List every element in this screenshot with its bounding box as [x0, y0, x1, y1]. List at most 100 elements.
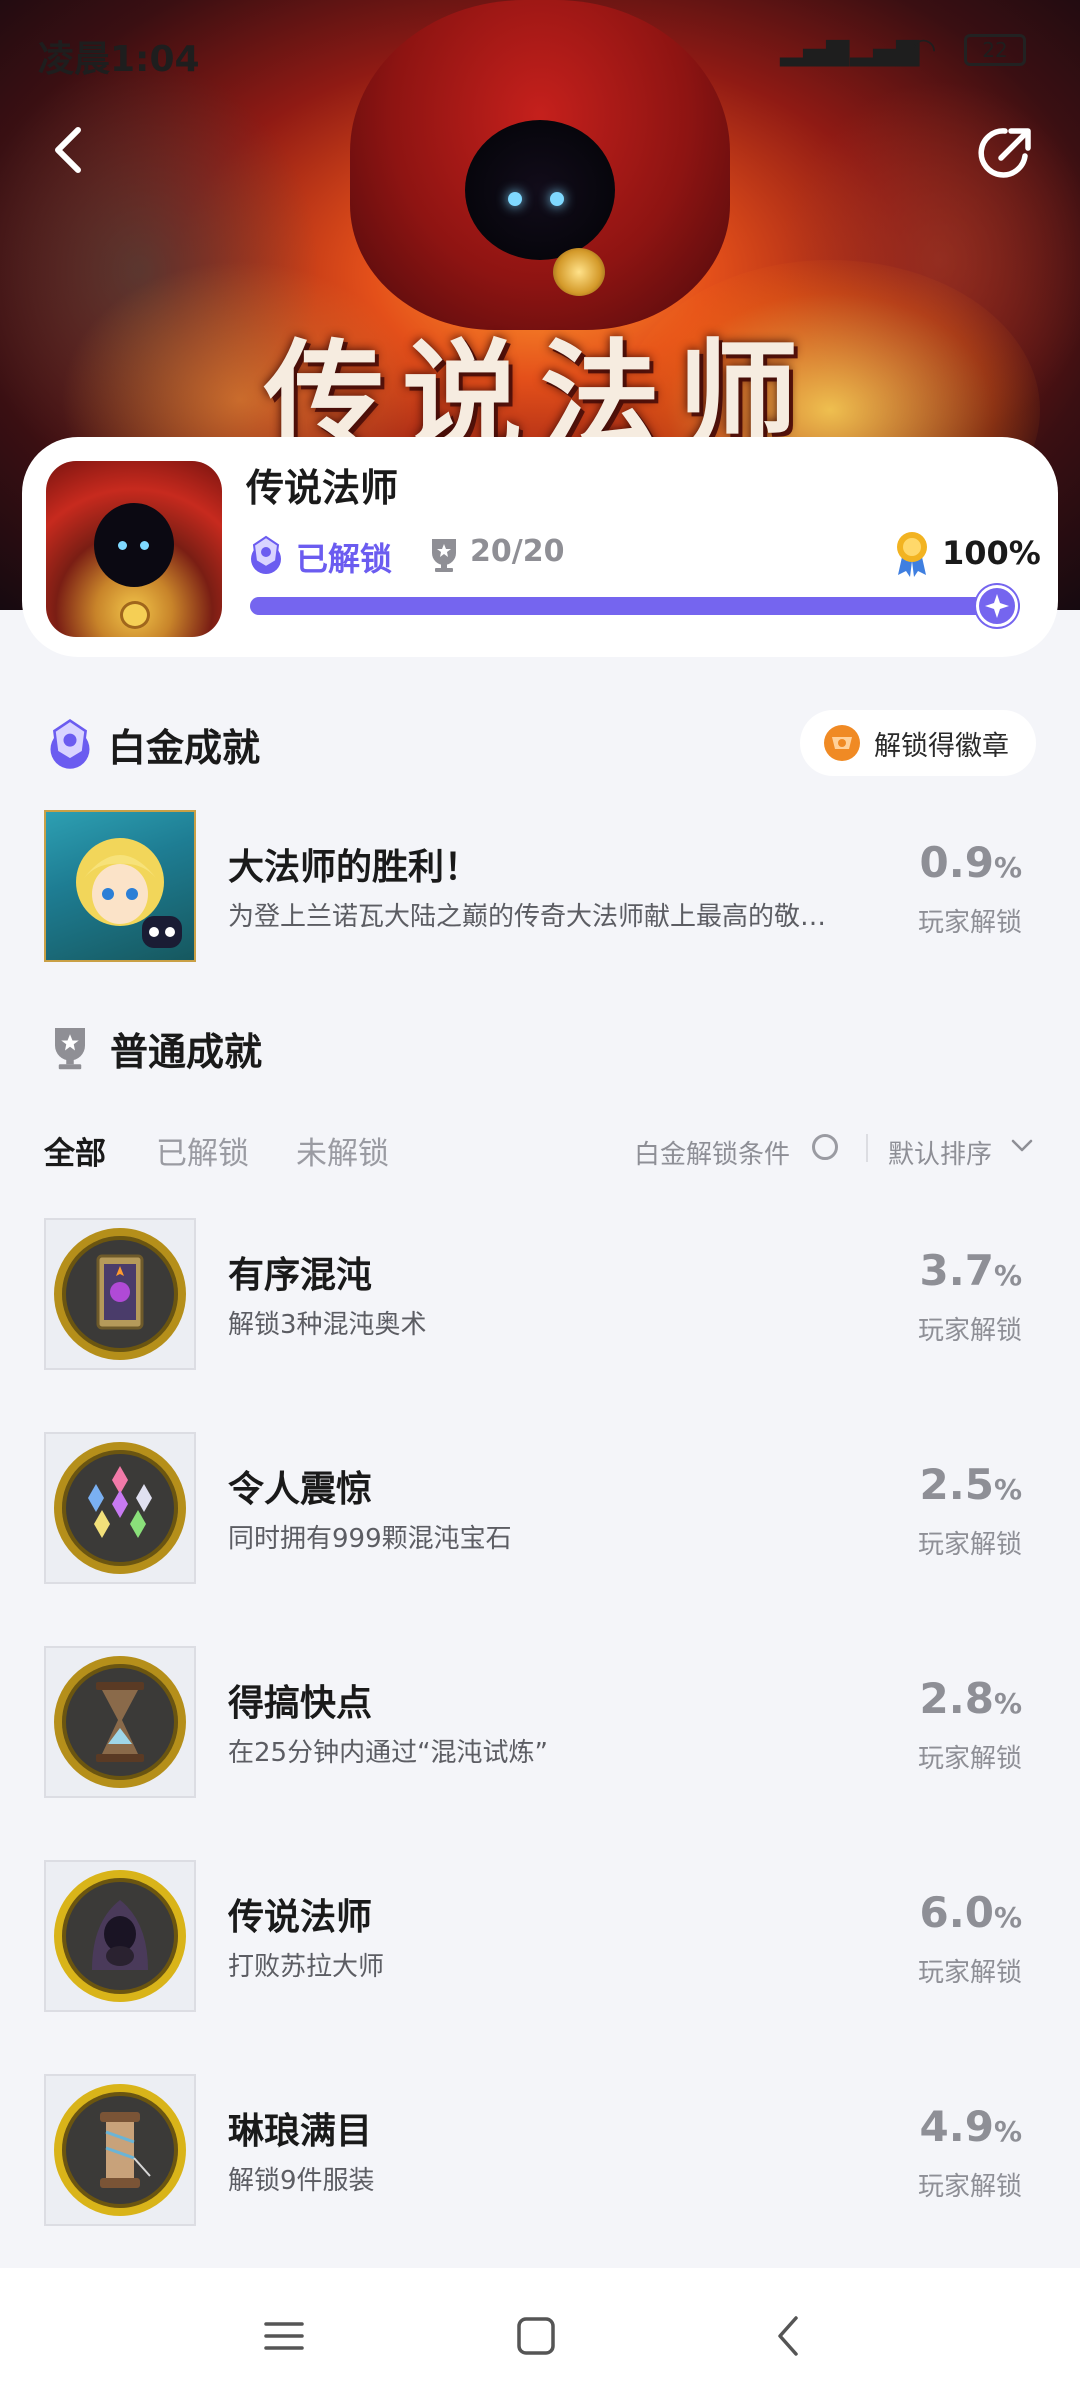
share-icon[interactable] [975, 122, 1037, 184]
platinum-achievement-row[interactable]: 大法师的胜利！ 为登上兰诺瓦大陆之巅的传奇大法师献上最高的敬… 0.9% 玩家解… [0, 810, 1080, 966]
achievement-row[interactable]: 琳琅满目 解锁9件服装 4.9% 玩家解锁 [0, 2074, 1080, 2230]
chevron-down-icon[interactable] [1010, 1136, 1034, 1156]
trophy-count: 20/20 [470, 534, 565, 569]
game-title: 传说法师 [246, 466, 399, 510]
achievement-desc: 解锁9件服装 [228, 2166, 375, 2196]
chaos-card-icon [96, 1254, 144, 1330]
achievement-rate: 2.5% [920, 1460, 1022, 1509]
achievement-rate: 2.8% [920, 1674, 1022, 1723]
home-icon[interactable] [508, 2308, 564, 2364]
achievement-row[interactable]: 传说法师 打败苏拉大师 6.0% 玩家解锁 [0, 1860, 1080, 2016]
divider [866, 1134, 868, 1162]
completion-percent: 100% [942, 534, 1041, 572]
cover-eye [118, 541, 127, 550]
rate-value: 4.9 [919, 2102, 994, 2151]
game-summary-card: 传说法师 已解锁 20/20 100% [22, 437, 1058, 657]
achievement-badge-ring [54, 1228, 186, 1360]
progress-bar-fill [250, 597, 1020, 615]
rate-unit: % [993, 1259, 1022, 1292]
achievement-image [44, 1218, 196, 1370]
achievement-desc: 打败苏拉大师 [228, 1952, 385, 1982]
progress-star-icon [976, 585, 1018, 627]
platinum-trophy-icon [50, 719, 90, 769]
rate-label: 玩家解锁 [917, 1530, 1022, 1560]
hourglass-icon [96, 1682, 144, 1762]
achievement-desc: 同时拥有999颗混沌宝石 [228, 1524, 512, 1554]
achievement-badge-ring [54, 2084, 186, 2216]
achievement-name: 大法师的胜利！ [228, 847, 481, 888]
rate-unit: % [993, 851, 1022, 884]
status-bar: 凌晨1:04 ▂▄▆ ▂▄▆ ◠ 22 [0, 0, 1080, 100]
badge-icon [824, 725, 860, 761]
achievement-row[interactable]: 有序混沌 解锁3种混沌奥术 3.7% 玩家解锁 [0, 1218, 1080, 1374]
rate-label: 玩家解锁 [917, 1958, 1022, 1988]
hero-art-face [465, 120, 615, 260]
rate-unit: % [993, 1687, 1022, 1720]
rate-unit: % [993, 1901, 1022, 1934]
section-title: 白金成就 [108, 725, 261, 770]
rate-label: 玩家解锁 [917, 908, 1022, 938]
menu-icon[interactable] [256, 2308, 312, 2364]
achievement-desc: 在25分钟内通过“混沌试炼” [228, 1738, 549, 1768]
hero-art-eye [550, 192, 564, 206]
hooded-wizard-icon [92, 1900, 148, 1970]
achievement-rate: 3.7% [920, 1246, 1022, 1295]
achievement-badge-ring [54, 1656, 186, 1788]
battery-icon: 22 [964, 34, 1026, 66]
badge-label: 解锁得徽章 [874, 730, 1009, 762]
cover-eye [140, 541, 149, 550]
achievement-badge-ring [54, 1442, 186, 1574]
platinum-condition-radio[interactable] [812, 1134, 838, 1160]
wifi-icon: ◠ [912, 32, 936, 67]
trophy-icon [55, 1028, 85, 1070]
achievement-row[interactable]: 令人震惊 同时拥有999颗混沌宝石 2.5% 玩家解锁 [0, 1432, 1080, 1588]
unlocked-status: 已解锁 [296, 540, 393, 578]
platinum-condition-label[interactable]: 白金解锁条件 [634, 1134, 790, 1171]
rate-value: 2.8 [919, 1674, 994, 1723]
gems-icon [88, 1466, 152, 1538]
game-cover-image[interactable] [46, 461, 222, 637]
achievement-desc: 解锁3种混沌奥术 [228, 1310, 427, 1340]
achievement-rate: 6.0% [920, 1888, 1022, 1937]
back-arrow-icon[interactable] [40, 120, 100, 180]
achievement-rate: 0.9% [920, 838, 1022, 887]
tab-all[interactable]: 全部 [44, 1128, 106, 1173]
status-time: 凌晨1:04 [38, 39, 200, 80]
achievement-name: 琳琅满目 [228, 2111, 373, 2152]
achievement-name: 传说法师 [228, 1897, 373, 1938]
rate-label: 玩家解锁 [917, 2172, 1022, 2202]
cover-hood-face [94, 503, 174, 587]
cover-amulet [120, 601, 150, 629]
achievement-rate: 4.9% [920, 2102, 1022, 2151]
tab-unlocked[interactable]: 已解锁 [156, 1128, 249, 1173]
back-icon[interactable] [762, 2308, 818, 2364]
rate-unit: % [993, 2115, 1022, 2148]
thread-spool-icon [100, 2112, 151, 2188]
unlock-badge-button[interactable]: 解锁得徽章 [800, 710, 1036, 776]
tab-locked[interactable]: 未解锁 [296, 1128, 389, 1173]
rate-value: 6.0 [919, 1888, 994, 1937]
achievement-name: 有序混沌 [228, 1255, 373, 1296]
hero-girl-portrait-icon [76, 838, 182, 948]
achievement-row[interactable]: 得搞快点 在25分钟内通过“混沌试炼” 2.8% 玩家解锁 [0, 1646, 1080, 1802]
achievement-image [44, 1860, 196, 2012]
rate-unit: % [993, 1473, 1022, 1506]
system-nav-bar [0, 2268, 1080, 2400]
sort-dropdown[interactable]: 默认排序 [888, 1134, 992, 1171]
rate-label: 玩家解锁 [917, 1744, 1022, 1774]
filter-row: 全部 已解锁 未解锁 白金解锁条件 默认排序 [0, 1120, 1080, 1180]
achievement-desc: 为登上兰诺瓦大陆之巅的传奇大法师献上最高的敬… [228, 902, 827, 932]
rate-label: 玩家解锁 [917, 1316, 1022, 1346]
normal-section-header: 普通成就 [50, 1018, 262, 1078]
rate-value: 3.7 [919, 1246, 994, 1295]
rate-value: 0.9 [919, 838, 994, 887]
achievement-name: 令人震惊 [228, 1469, 373, 1510]
hero-art-amulet [553, 248, 605, 296]
platinum-section-header: 白金成就 [44, 714, 260, 774]
rate-value: 2.5 [919, 1460, 994, 1509]
medal-icon [897, 532, 927, 577]
achievement-name: 得搞快点 [228, 1683, 373, 1724]
achievement-image [44, 1432, 196, 1584]
achievement-image [44, 2074, 196, 2226]
platinum-achievement-image [44, 810, 196, 962]
